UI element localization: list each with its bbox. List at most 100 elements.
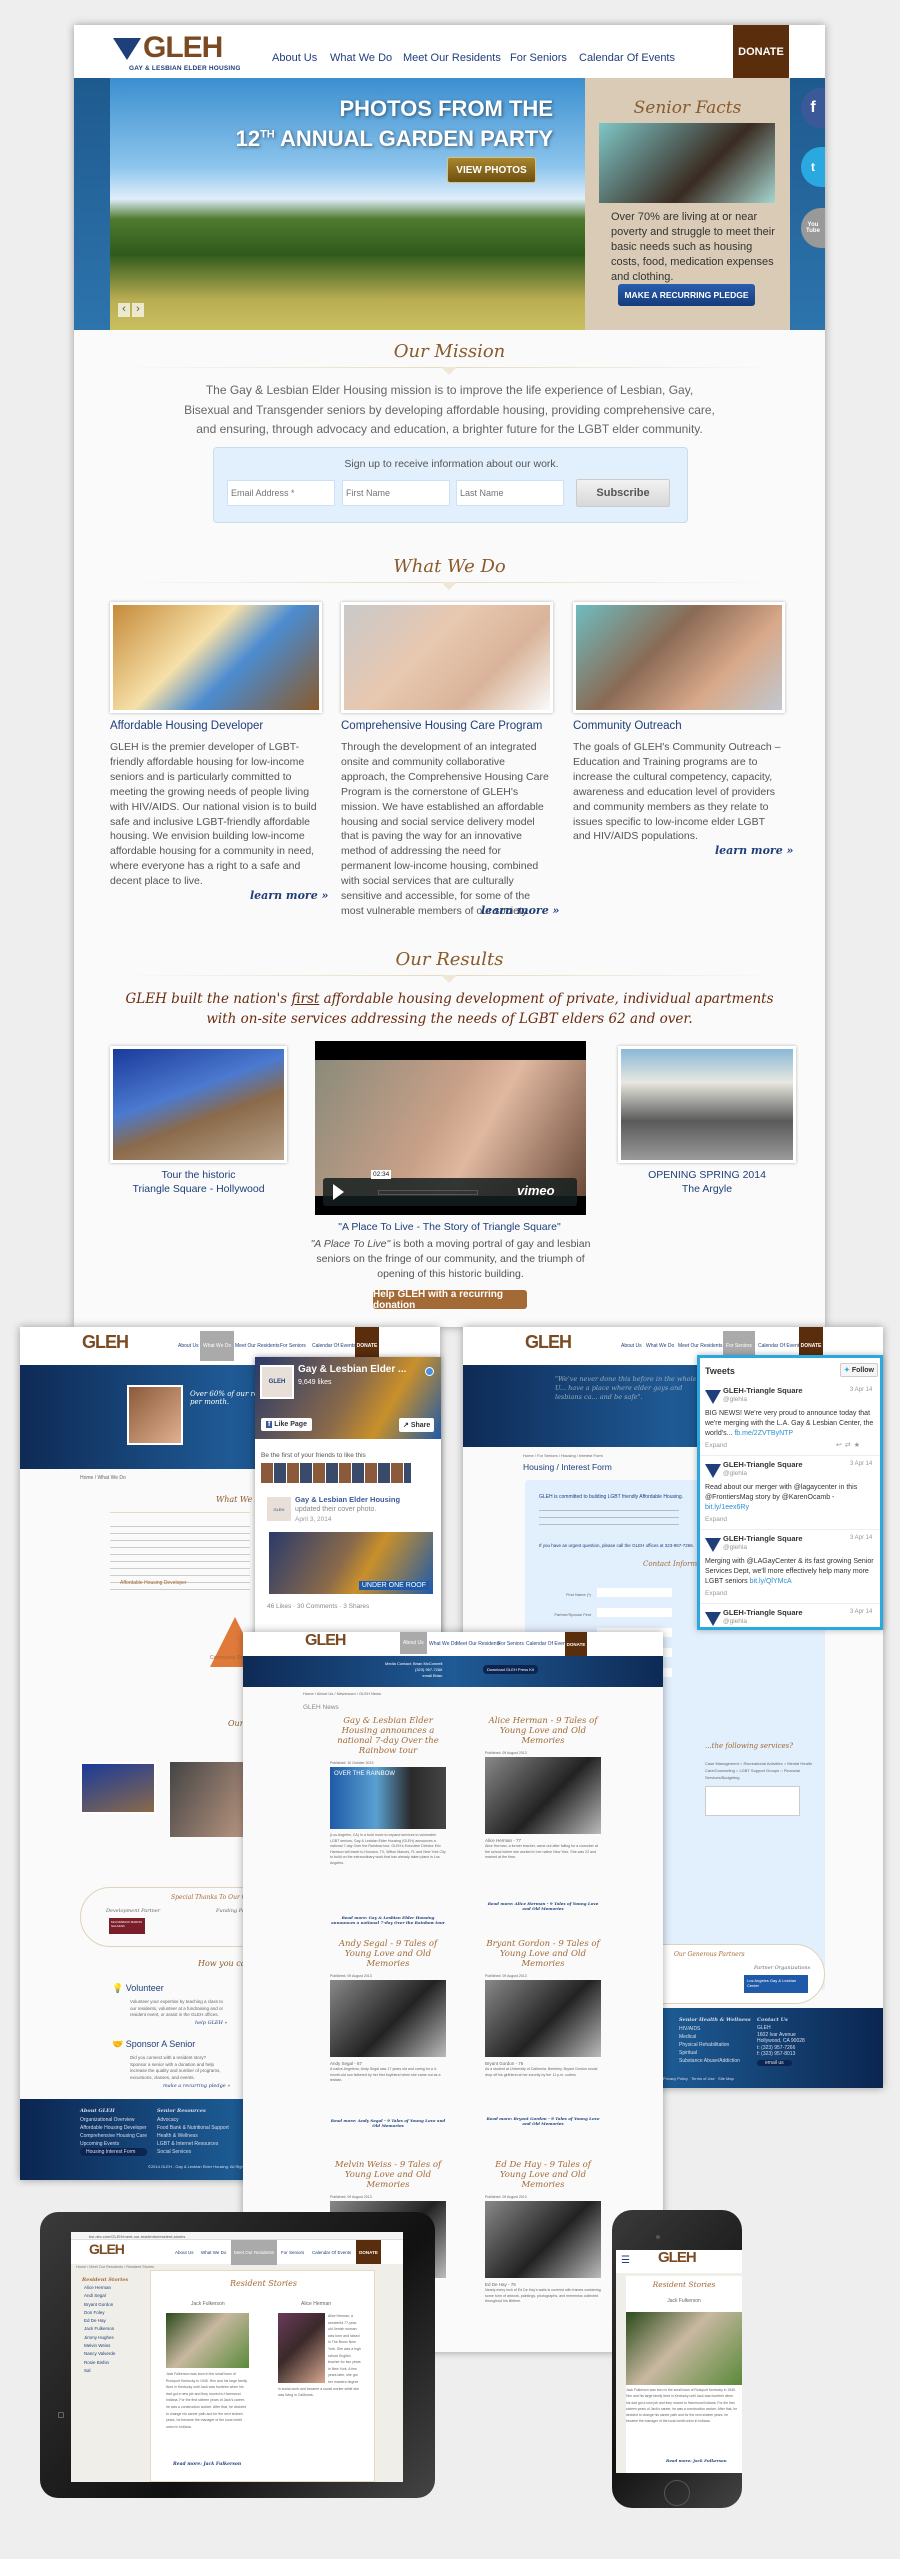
read-more-link[interactable]: Read more: Bryant Gordon - 9 Tales of Yo… (485, 2116, 601, 2126)
twitter-icon[interactable]: t (801, 147, 825, 187)
press-kit-button[interactable]: Download GLEH Press Kit (483, 1665, 538, 1674)
expand-link[interactable]: Expand (705, 1590, 727, 1597)
url-bar[interactable]: bsi-dev.com/GLEH/meet-our-residents/resi… (71, 2232, 403, 2240)
tweet-author[interactable]: GLEH-Triangle Square (723, 1534, 803, 1543)
home-button[interactable] (664, 2480, 690, 2506)
nav-meet-our-residents[interactable]: Meet Our Residents (456, 1641, 500, 1647)
nav-calendar[interactable]: Calendar Of Events (312, 2250, 351, 2255)
nav-calendar[interactable]: Calendar Of Events (526, 1641, 570, 1647)
resident-link[interactable]: Rosie Bishin (84, 2359, 115, 2367)
nav-about-us[interactable]: About Us (621, 1343, 642, 1349)
news-title[interactable]: Ed De Hay - 9 Tales of Young Love and Ol… (485, 2160, 601, 2190)
resident-link[interactable]: Nancy Valverde (84, 2350, 115, 2358)
footer-link[interactable]: LGBT & Internet Resources (157, 2140, 229, 2148)
video-progress-bar[interactable] (378, 1190, 478, 1195)
footer-link[interactable]: Organizational Overview (80, 2116, 147, 2124)
resident-link[interactable]: Ed De Hay (84, 2317, 115, 2325)
news-title[interactable]: Melvin Weiss - 9 Tales of Young Love and… (330, 2160, 446, 2190)
resident-link[interactable]: Sal (84, 2367, 115, 2375)
argyle-image[interactable] (618, 1046, 796, 1163)
nav-what-we-do[interactable]: What We Do (646, 1343, 674, 1349)
nav-what-we-do[interactable]: What We Do (330, 52, 392, 64)
service-heading[interactable]: Community Outreach (573, 720, 682, 732)
tweet-author[interactable]: GLEH-Triangle Square (723, 1386, 803, 1395)
service-heading[interactable]: Affordable Housing Developer (110, 720, 263, 732)
footer-link[interactable]: Substance Abuse/Addiction (679, 2057, 740, 2065)
nav-for-seniors[interactable]: For Seniors (280, 1343, 306, 1349)
post-date[interactable]: April 3, 2014 (295, 1516, 332, 1523)
nav-meet-our-residents[interactable]: Meet Our Residents (403, 52, 501, 64)
news-title[interactable]: Gay & Lesbian Elder Housing announces a … (330, 1716, 446, 1756)
resident-link[interactable]: Don Foley (84, 2309, 115, 2317)
footer-link[interactable]: Health & Wellness (157, 2132, 229, 2140)
triangle-square-image[interactable] (110, 1046, 287, 1163)
facebook-icon[interactable]: f (801, 88, 825, 128)
nav-what-we-do[interactable]: What We Do (200, 1331, 235, 1361)
resident-link[interactable]: Jack Fulkerson (84, 2325, 115, 2333)
news-title[interactable]: Alice Herman - 9 Tales of Young Love and… (485, 1716, 601, 1746)
youtube-icon[interactable]: You Tube (801, 208, 825, 248)
service-heading[interactable]: Comprehensive Housing Care Program (341, 720, 542, 732)
tweet-author[interactable]: GLEH-Triangle Square (723, 1460, 803, 1469)
nav-about-us[interactable]: About Us (272, 52, 317, 64)
last-name-input[interactable] (456, 480, 564, 506)
nav-meet-our-residents[interactable]: Meet Our Residents (678, 1343, 722, 1349)
read-more-link[interactable]: Read more: Jack Fulkerson (666, 2458, 727, 2463)
share-button[interactable]: ↗ Share (399, 1418, 435, 1432)
read-more-link[interactable]: Read more: Alice Herman - 9 Tales of You… (485, 1901, 601, 1911)
footer-link[interactable]: Housing Interest Form (80, 2148, 147, 2156)
email-input[interactable] (227, 480, 335, 506)
tweet-actions-icons[interactable]: ↩⇄★ (836, 1441, 863, 1449)
donate-button[interactable]: DONATE (733, 25, 789, 78)
footer-link[interactable]: Social Services (157, 2148, 229, 2156)
nav-for-seniors[interactable]: For Seniors (281, 2250, 304, 2255)
slider-prev-button[interactable]: ‹ (118, 303, 130, 317)
nav-calendar[interactable]: Calendar Of Events (758, 1343, 802, 1349)
volunteer-heading[interactable]: 💡 Volunteer (112, 1983, 164, 1994)
tweet-date[interactable]: 3 Apr 14 (850, 1461, 872, 1467)
footer-link[interactable]: Food Bank & Nutritional Support (157, 2124, 229, 2132)
footer-link[interactable]: Spiritual (679, 2049, 740, 2057)
expand-link[interactable]: Expand (705, 1516, 727, 1523)
nav-what-we-do[interactable]: What We Do (429, 1641, 457, 1647)
nav-what-we-do[interactable]: What We Do (201, 2250, 226, 2255)
first-name-input[interactable] (342, 480, 450, 506)
news-title[interactable]: Andy Segal - 9 Tales of Young Love and O… (330, 1939, 446, 1969)
video-player[interactable]: 02:34 vimeo (315, 1041, 586, 1215)
nav-for-seniors[interactable]: For Seniors (510, 52, 567, 64)
friend-avatars[interactable] (261, 1463, 411, 1483)
follow-button[interactable]: ✦ Follow (840, 1363, 878, 1377)
footer-legal-links[interactable]: Privacy Policy Terms of Use Site Map (663, 2075, 734, 2083)
resident-link[interactable]: Bryant Gordon (84, 2301, 115, 2309)
resident-link[interactable]: Andi Segal (84, 2292, 115, 2300)
expand-link[interactable]: Expand (705, 1442, 727, 1449)
subscribe-button[interactable]: Subscribe (576, 479, 670, 507)
nav-about-us[interactable]: About Us (400, 1632, 427, 1654)
menu-icon[interactable]: ☰ (621, 2255, 630, 2266)
comments-textarea[interactable] (705, 1786, 800, 1816)
play-icon[interactable] (333, 1184, 344, 1200)
nav-meet-our-residents[interactable]: Meet Our Residents (235, 1343, 279, 1349)
triangle-square-caption[interactable]: Tour the historic Triangle Square - Holly… (110, 1169, 287, 1196)
nav-meet-our-residents[interactable]: Meet Our Residents (231, 2240, 278, 2265)
first-name-input[interactable] (597, 1588, 672, 1597)
resident-link[interactable]: Alice Herman (84, 2284, 115, 2292)
nav-about-us[interactable]: About Us (175, 2250, 194, 2255)
like-page-button[interactable]: f Like Page (261, 1418, 312, 1431)
read-more-link[interactable]: Read more: Andy Segal - 9 Tales of Young… (330, 2118, 446, 2128)
page-name[interactable]: Gay & Lesbian Elder ... (298, 1364, 406, 1375)
footer-link[interactable]: Physical Rehabilitation (679, 2041, 740, 2049)
read-more-link[interactable]: Read more: Gay & Lesbian Elder Housing a… (330, 1915, 446, 1925)
vimeo-logo[interactable]: vimeo (517, 1183, 555, 1198)
footer-link[interactable]: Affordable Housing Developer (80, 2124, 147, 2132)
donate-button[interactable]: DONATE (565, 1632, 587, 1656)
recurring-donation-button[interactable]: Help GLEH with a recurring donation (373, 1289, 527, 1311)
nav-for-seniors[interactable]: For Seniors (498, 1641, 524, 1647)
news-title[interactable]: Bryant Gordon - 9 Tales of Young Love an… (485, 1939, 601, 1969)
help-link[interactable]: help GLEH » (195, 2020, 228, 2026)
argyle-caption[interactable]: OPENING SPRING 2014 The Argyle (618, 1169, 796, 1196)
view-photos-button[interactable]: VIEW PHOTOS (447, 157, 536, 183)
nav-calendar[interactable]: Calendar Of Events (312, 1343, 356, 1349)
tweet-author[interactable]: GLEH-Triangle Square (723, 1608, 803, 1617)
footer-link[interactable]: Medical (679, 2033, 740, 2041)
